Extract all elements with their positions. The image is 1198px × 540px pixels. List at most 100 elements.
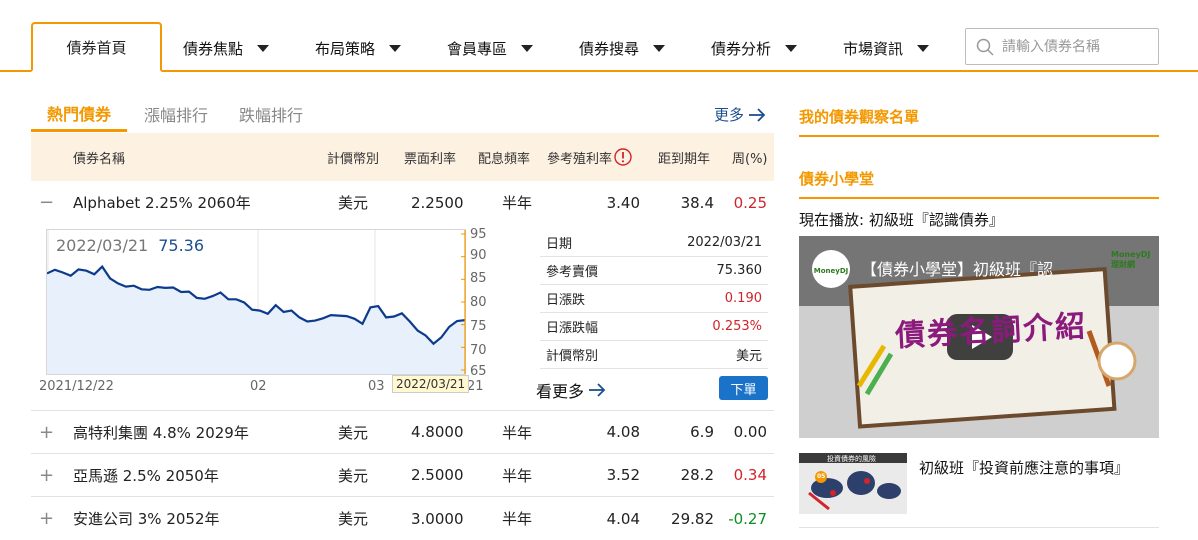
more-link[interactable]: 更多	[714, 104, 766, 125]
expand-icon[interactable]: +	[39, 411, 54, 453]
video-title[interactable]: 【債券小學堂】初級班『認	[861, 256, 1053, 280]
thumbnail-badge: 05	[817, 473, 826, 480]
y-tick: 65	[470, 364, 487, 379]
video-player[interactable]: MoneyDJ 【債券小學堂】初級班『認 MoneyDJ 理財網 債券名詞介紹	[799, 236, 1159, 438]
bond-frequency: 半年	[502, 194, 533, 212]
header-years: 距到期年	[658, 151, 711, 167]
tab-market-info[interactable]: 市場資訊	[843, 24, 930, 72]
tab-gainers[interactable]: 漲幅排行	[144, 96, 208, 132]
see-more-label: 看更多	[536, 382, 585, 401]
watchlist-title[interactable]: 我的債券觀察名單	[799, 106, 1159, 137]
x-tick: 03	[368, 379, 385, 394]
sidebar-divider	[799, 527, 1159, 528]
bond-yield: 4.08	[606, 423, 640, 441]
x-tick: 2021/12/22	[39, 379, 114, 394]
svg-text:MoneyDJ: MoneyDJ	[814, 267, 848, 275]
collapse-icon[interactable]: −	[39, 181, 54, 224]
tab-label: 債券搜尋	[579, 39, 640, 58]
header-yield-label: 參考殖利率	[547, 151, 613, 167]
tab-label: 債券首頁	[66, 38, 127, 57]
detail-label: 參考賣價	[546, 265, 599, 280]
detail-row: 日漲跌幅 0.253%	[540, 313, 768, 341]
bond-currency: 美元	[338, 466, 369, 485]
y-tick: 90	[470, 248, 487, 263]
bond-yield: 3.52	[606, 466, 640, 484]
caret-down-icon	[257, 44, 270, 52]
chart-readout-date: 2022/03/21	[56, 236, 149, 255]
tab-bond-search[interactable]: 債券搜尋	[579, 24, 666, 72]
detail-row: 日漲跌 0.190	[540, 285, 768, 313]
search-input[interactable]	[1002, 38, 1152, 55]
y-tick: 80	[470, 295, 487, 310]
bond-coupon: 4.8000	[411, 423, 464, 441]
caret-down-icon	[389, 44, 402, 52]
tab-label: 債券分析	[711, 39, 772, 58]
see-more-link[interactable]: 看更多	[536, 378, 606, 402]
tab-strategy[interactable]: 布局策略	[315, 24, 402, 72]
bond-week-change: 0.00	[733, 423, 767, 441]
bond-frequency: 半年	[502, 423, 533, 442]
header-week: 周(%)	[732, 151, 768, 167]
x-tick: 02	[250, 379, 267, 394]
lesson-thumbnail[interactable]: 投資債券的風險 05	[799, 453, 907, 514]
bond-yield: 3.40	[606, 193, 640, 212]
bond-school-title[interactable]: 債券小學堂	[799, 168, 1159, 199]
table-row[interactable]: − Alphabet 2.25% 2060年 美元 2.2500 半年 3.40…	[31, 181, 774, 224]
tab-label: 會員專區	[447, 39, 508, 58]
info-alert-icon[interactable]	[614, 148, 632, 166]
detail-value: 0.253%	[712, 319, 762, 334]
bond-name[interactable]: Alphabet 2.25% 2060年	[73, 181, 251, 224]
lesson-title-link[interactable]: 初級班『投資前應注意的事項』	[919, 457, 1129, 478]
bond-years: 6.9	[690, 423, 714, 441]
tab-label: 布局策略	[315, 39, 376, 58]
now-playing-label: 現在播放: 初級班『認識債券』	[799, 211, 1004, 229]
detail-value: 0.190	[724, 291, 762, 306]
tab-bond-home[interactable]: 債券首頁	[31, 22, 162, 72]
search-icon[interactable]	[976, 38, 994, 56]
detail-value: 75.360	[716, 263, 763, 278]
table-row[interactable]: + 亞馬遜 2.5% 2050年 美元 2.5000 半年 3.52 28.2 …	[31, 454, 774, 497]
tab-label: 市場資訊	[843, 39, 904, 58]
tab-hot-bonds[interactable]: 熱門債券	[31, 96, 128, 132]
detail-value: 2022/03/21	[687, 235, 762, 250]
caret-down-icon	[653, 44, 666, 52]
arrow-right-icon	[749, 107, 766, 122]
bond-currency: 美元	[338, 423, 369, 442]
y-tick: 95	[470, 227, 487, 242]
expand-icon[interactable]: +	[39, 454, 54, 496]
search-box	[965, 28, 1159, 65]
ranking-tabs: 熱門債券 漲幅排行 跌幅排行 更多	[31, 96, 774, 132]
tab-bond-focus[interactable]: 債券焦點	[183, 24, 270, 72]
detail-label: 日漲跌	[546, 293, 586, 308]
tab-bond-analysis[interactable]: 債券分析	[711, 24, 798, 72]
bond-name[interactable]: 亞馬遜 2.5% 2050年	[73, 454, 219, 496]
caret-down-icon	[917, 44, 930, 52]
detail-value: 美元	[735, 349, 762, 364]
chart-tooltip: 2022/03/21	[392, 375, 470, 393]
bond-frequency: 半年	[502, 466, 533, 485]
tab-member[interactable]: 會員專區	[447, 24, 534, 72]
bond-name[interactable]: 高特利集團 4.8% 2029年	[73, 411, 249, 453]
x-tick: 21	[467, 379, 484, 394]
price-area	[47, 266, 465, 374]
detail-row: 計價幣別 美元	[540, 341, 768, 369]
detail-label: 日漲跌幅	[546, 321, 599, 336]
bond-currency: 美元	[338, 194, 369, 212]
bond-years: 38.4	[680, 193, 714, 212]
caret-down-icon	[785, 44, 798, 52]
tab-losers[interactable]: 跌幅排行	[239, 96, 303, 132]
header-currency: 計價幣別	[327, 151, 380, 167]
y-tick: 70	[470, 343, 487, 358]
table-row[interactable]: + 高特利集團 4.8% 2029年 美元 4.8000 半年 4.08 6.9…	[31, 411, 774, 454]
order-button[interactable]: 下單	[719, 376, 768, 400]
detail-row: 日期 2022/03/21	[540, 229, 768, 257]
chart-readout-price: 75.36	[158, 236, 205, 255]
bond-coupon: 2.2500	[411, 193, 464, 212]
bond-week-change: 0.34	[733, 466, 767, 484]
y-tick: 75	[470, 319, 487, 334]
detail-label: 計價幣別	[546, 349, 599, 364]
bond-coupon: 2.5000	[411, 466, 464, 484]
chart-hover-readout: 2022/03/21 75.36	[56, 236, 204, 255]
detail-label: 日期	[546, 237, 573, 252]
bond-week-change: 0.25	[733, 193, 767, 212]
